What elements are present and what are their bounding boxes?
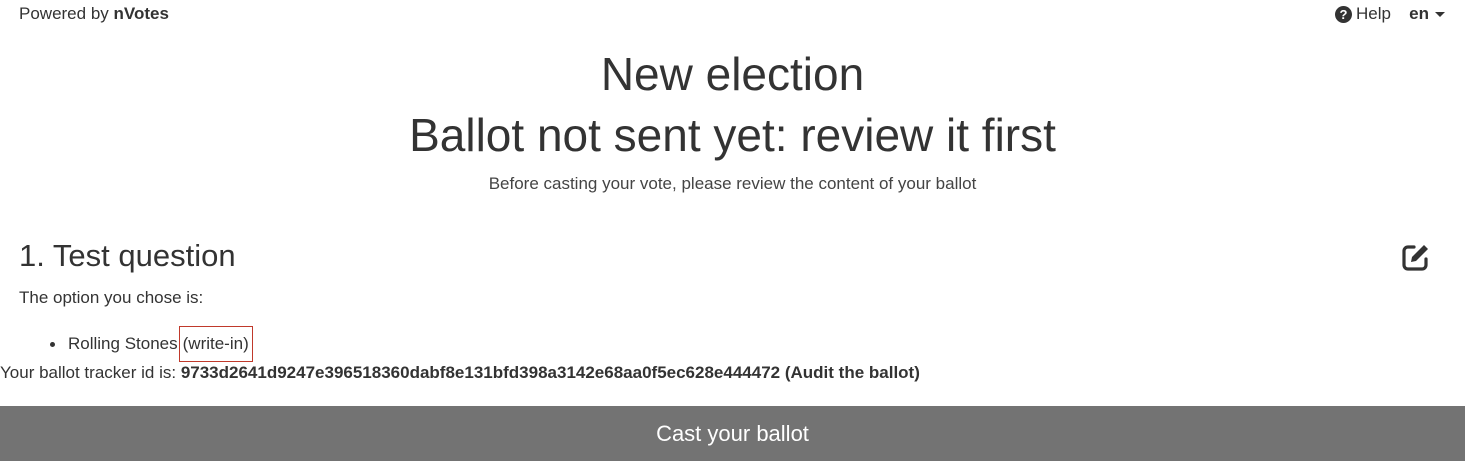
chosen-options-list: Rolling Stones (write-in) bbox=[50, 326, 253, 362]
powered-by[interactable]: Powered by nVotes bbox=[19, 4, 169, 24]
option-text: Rolling Stones bbox=[68, 334, 178, 353]
chosen-option-label: The option you chose is: bbox=[19, 288, 204, 307]
list-item: Rolling Stones (write-in) bbox=[50, 326, 253, 362]
language-dropdown[interactable]: en bbox=[1409, 4, 1445, 24]
brand-name[interactable]: nVotes bbox=[114, 4, 169, 23]
bullet-icon bbox=[50, 341, 55, 347]
tracker-id: 9733d2641d9247e396518360dabf8e131bfd398a… bbox=[180, 363, 781, 382]
ballot-tracker: Your ballot tracker id is: 9733d2641d924… bbox=[0, 363, 920, 383]
question-circle-icon: ? bbox=[1335, 5, 1353, 23]
edit-icon[interactable] bbox=[1400, 241, 1432, 273]
tracker-label: Your ballot tracker id is: bbox=[0, 363, 177, 382]
election-title: New election bbox=[600, 48, 865, 100]
language-label: en bbox=[1409, 4, 1429, 23]
top-bar: Powered by nVotes ? Help en bbox=[0, 0, 1465, 30]
cast-ballot-button[interactable]: Cast your ballot bbox=[0, 406, 1465, 461]
powered-by-prefix: Powered by bbox=[19, 4, 109, 23]
page-subtitle: Ballot not sent yet: review it first bbox=[409, 109, 1056, 161]
write-in-tag: (write-in) bbox=[178, 326, 253, 362]
caret-down-icon bbox=[1435, 11, 1445, 17]
page-description: Before casting your vote, please review … bbox=[488, 174, 977, 193]
audit-ballot-link[interactable]: (Audit the ballot) bbox=[785, 363, 920, 382]
question-heading: 1. Test question bbox=[19, 238, 236, 273]
help-label: Help bbox=[1356, 4, 1391, 23]
help-link[interactable]: ? Help bbox=[1335, 4, 1391, 24]
